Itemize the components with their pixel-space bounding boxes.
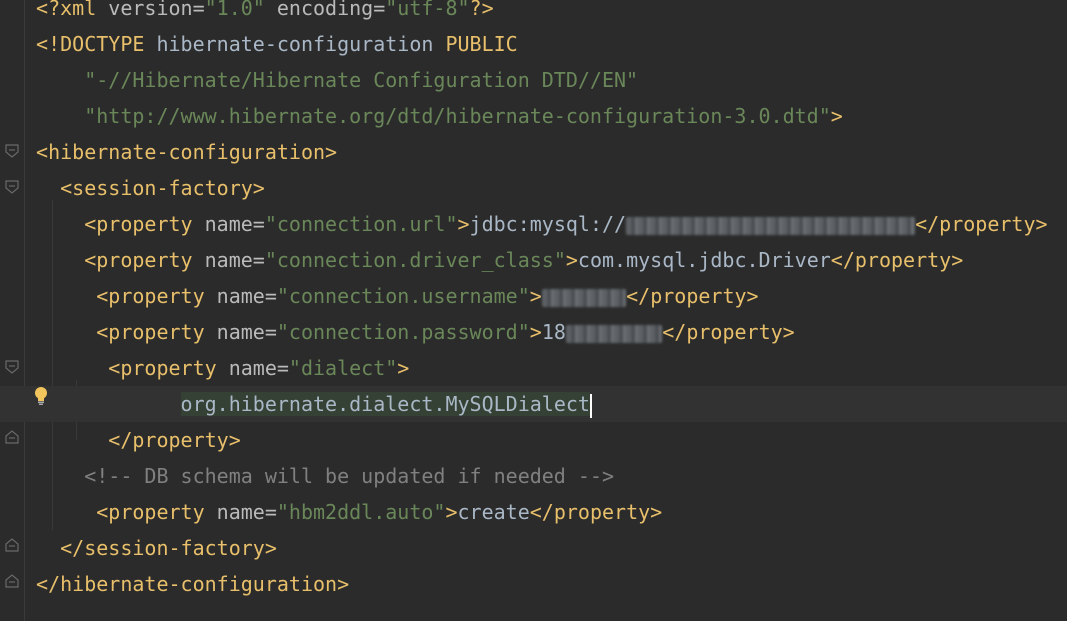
code-line[interactable]: <property name="connection.url">jdbc:mys… xyxy=(0,206,1067,242)
code-token: name= xyxy=(228,356,289,380)
code-token: <!DOCTYPE xyxy=(36,32,157,56)
code-token: name= xyxy=(204,248,265,272)
code-token: jdbc:mysql:// xyxy=(469,212,627,236)
code-token: > xyxy=(529,284,542,308)
fold-close-icon[interactable] xyxy=(5,538,19,552)
fold-open-icon[interactable] xyxy=(5,144,19,158)
code-token: "1.0" xyxy=(204,0,277,20)
code-token: <hibernate-configuration> xyxy=(36,140,338,164)
code-token: "hbm2ddl.auto" xyxy=(276,500,446,524)
redacted-text: nmmroot xyxy=(541,288,627,307)
code-line[interactable]: org.hibernate.dialect.MySQLDialect xyxy=(0,386,1067,422)
code-line[interactable]: <property name="connection.password">184… xyxy=(0,314,1067,350)
code-token: </session-factory> xyxy=(36,536,277,560)
code-token: org.hibernate.dialect.MySQLDialect xyxy=(180,392,590,416)
code-token: <property xyxy=(36,320,217,344)
code-token: "dialect" xyxy=(288,356,398,380)
code-line[interactable]: <!-- DB schema will be updated if needed… xyxy=(0,458,1067,494)
code-line[interactable]: "http://www.hibernate.org/dtd/hibernate-… xyxy=(0,98,1067,134)
fold-close-icon[interactable] xyxy=(5,430,19,444)
code-token: > xyxy=(565,248,578,272)
code-token: > xyxy=(529,320,542,344)
code-token: <property xyxy=(36,284,217,308)
fold-open-icon[interactable] xyxy=(5,180,19,194)
code-token: <?xml xyxy=(36,0,109,20)
code-token: name= xyxy=(216,284,277,308)
code-token: encoding= xyxy=(276,0,386,20)
code-token: "http://www.hibernate.org/dtd/hibernate-… xyxy=(36,104,831,128)
code-token: create xyxy=(457,500,530,524)
code-token: <property xyxy=(36,248,205,272)
code-token: version= xyxy=(108,0,205,20)
code-line[interactable]: </property> xyxy=(0,422,1067,458)
code-token: > xyxy=(445,500,458,524)
code-token: "connection.password" xyxy=(276,320,530,344)
code-token: name= xyxy=(216,500,277,524)
code-token: </property> xyxy=(830,248,964,272)
code-token: PUBLIC xyxy=(445,32,518,56)
code-token: > xyxy=(830,104,843,128)
code-token: <property xyxy=(36,356,229,380)
code-line[interactable]: <property name="hbm2ddl.auto">create</pr… xyxy=(0,494,1067,530)
code-token: ?> xyxy=(469,0,494,20)
code-editor[interactable]: <?xml version="1.0" encoding="utf-8"?> <… xyxy=(0,0,1067,621)
text-caret xyxy=(589,393,592,418)
lightbulb-icon[interactable] xyxy=(33,386,49,406)
code-line[interactable]: </session-factory> xyxy=(0,530,1067,566)
code-line[interactable]: <property name="connection.username">nmm… xyxy=(0,278,1067,314)
code-token: hibernate-configuration xyxy=(156,32,446,56)
code-token: name= xyxy=(204,212,265,236)
code-token: </property> xyxy=(662,320,795,344)
fold-open-icon[interactable] xyxy=(5,360,19,374)
code-token: > xyxy=(457,212,470,236)
code-line[interactable]: <session-factory> xyxy=(0,170,1067,206)
code-token: <property xyxy=(36,212,205,236)
code-line[interactable]: <?xml version="1.0" encoding="utf-8"?> xyxy=(0,0,1067,26)
code-line[interactable]: <property name="connection.driver_class"… xyxy=(0,242,1067,278)
code-token: <!-- DB schema will be updated if needed… xyxy=(36,464,615,488)
code-token: <session-factory> xyxy=(36,176,265,200)
code-token: </property> xyxy=(36,428,241,452)
code-line[interactable]: <property name="dialect"> xyxy=(0,350,1067,386)
code-token: 18 xyxy=(541,320,566,344)
code-token: name= xyxy=(216,320,277,344)
code-token: "connection.url" xyxy=(264,212,458,236)
redacted-text: localhost:3306/mindolder xyxy=(626,216,916,235)
code-token: "connection.driver_class" xyxy=(264,248,566,272)
code-token: </hibernate-configuration> xyxy=(36,572,350,596)
fold-close-icon[interactable] xyxy=(5,574,19,588)
code-line[interactable]: "-//Hibernate/Hibernate Configuration DT… xyxy=(0,62,1067,98)
code-token: "-//Hibernate/Hibernate Configuration DT… xyxy=(36,68,639,92)
code-line[interactable]: </hibernate-configuration> xyxy=(0,566,1067,602)
code-token: com.mysql.jdbc.Driver xyxy=(577,248,831,272)
code-token: </property> xyxy=(915,212,1048,236)
redacted-text: 42013672 xyxy=(565,324,663,343)
code-token: </property> xyxy=(626,284,759,308)
code-token: > xyxy=(397,356,410,380)
code-token: </property> xyxy=(529,500,663,524)
code-token: <property xyxy=(36,500,217,524)
code-line[interactable]: <!DOCTYPE hibernate-configuration PUBLIC xyxy=(0,26,1067,62)
code-token: "utf-8" xyxy=(385,0,470,20)
code-line[interactable]: <hibernate-configuration> xyxy=(0,134,1067,170)
code-token: "connection.username" xyxy=(276,284,530,308)
